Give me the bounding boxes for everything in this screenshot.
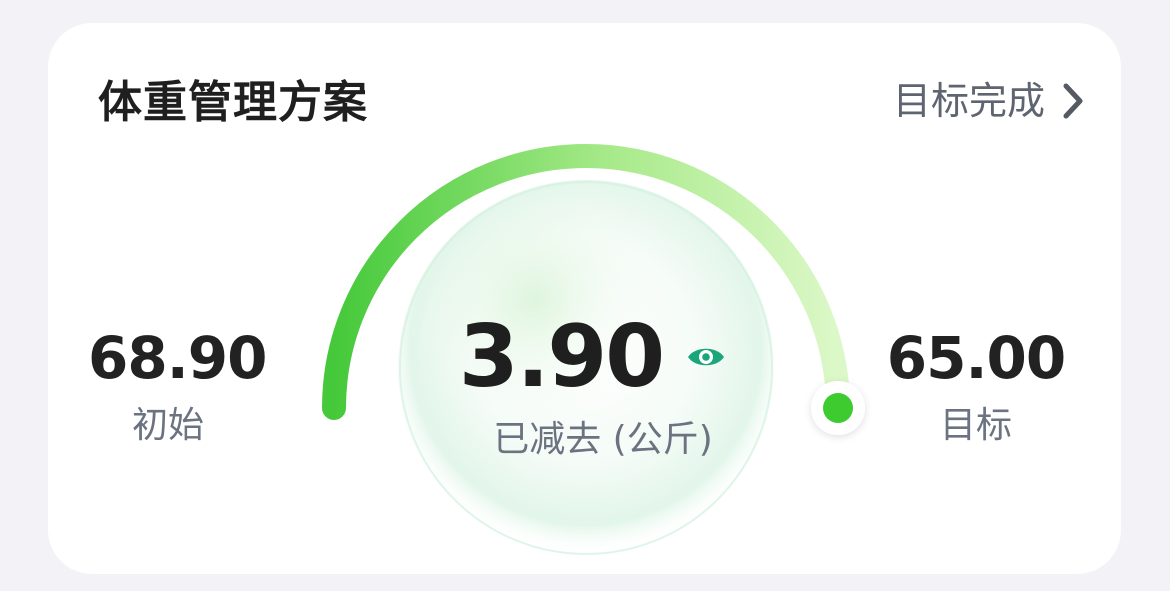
initial-weight-value: 68.90 bbox=[88, 324, 267, 392]
target-weight: 65.00 目标 bbox=[876, 323, 1076, 451]
initial-weight: 68.90 初始 bbox=[88, 323, 267, 451]
initial-weight-label: 初始 bbox=[131, 405, 204, 446]
progress-knob bbox=[811, 381, 865, 435]
target-weight-value: 65.00 bbox=[886, 324, 1066, 392]
weight-lost-value: 3.90 bbox=[458, 307, 665, 407]
eye-icon[interactable] bbox=[685, 336, 727, 378]
goal-completion-label: 目标完成 bbox=[892, 79, 1045, 123]
weight-plan-card: 体重管理方案 目标完成 68.90 初始 3.90 已减去 (公斤) 65.00… bbox=[48, 23, 1121, 574]
target-weight-label: 目标 bbox=[939, 405, 1012, 446]
goal-completion-link[interactable]: 目标完成 bbox=[893, 73, 1085, 129]
card-title: 体重管理方案 bbox=[98, 77, 368, 128]
chevron-right-icon bbox=[1045, 73, 1085, 129]
weight-lost: 3.90 bbox=[428, 309, 758, 405]
weight-lost-label: 已减去 (公斤) bbox=[493, 419, 713, 460]
